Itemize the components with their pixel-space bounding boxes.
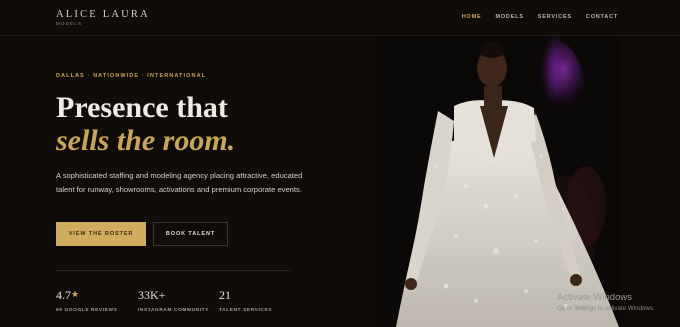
stat-services: 21 TALENT SERVICES [219,288,272,313]
windows-activation-watermark: Activate Windows Go to Settings to activ… [557,292,655,312]
brand-logo[interactable]: ALICE LAURA MODELS [56,9,150,26]
star-icon: ★ [71,289,80,299]
nav-item-services[interactable]: SERVICES [538,14,572,20]
hero-headline-line1: Presence that [56,91,228,124]
hero-model-photo [376,36,619,327]
hero-content: DALLAS · NATIONWIDE · INTERNATIONAL Pres… [56,36,356,327]
stat-instagram: 33K+ INSTAGRAM COMMUNITY [138,288,209,313]
stat-rating-value: 4.7 [56,288,71,302]
hero-headline-line2: sells the room. [56,124,236,157]
brand-name: ALICE LAURA [56,9,150,20]
right-background-band [619,36,680,327]
stat-label-services: TALENT SERVICES [219,308,273,313]
stat-google-reviews: 4.7★ 69 GOOGLE REVIEWS [56,288,117,313]
stat-instagram-value: 33K+ [138,288,166,302]
nav-item-models[interactable]: MODELS [495,14,523,20]
book-talent-button[interactable]: BOOK TALENT [153,222,228,246]
view-roster-button[interactable]: VIEW THE ROSTER [56,222,146,246]
stat-label-reviews: 69 GOOGLE REVIEWS [56,308,118,313]
stat-rating: 4.7★ [56,288,117,303]
watermark-subtitle: Go to Settings to activate Windows. [557,305,655,312]
main-nav: HOME MODELS SERVICES CONTACT [462,14,618,20]
stats-divider [56,270,291,271]
stat-label-instagram: INSTAGRAM COMMUNITY [138,308,209,313]
top-navigation-bar: ALICE LAURA MODELS HOME MODELS SERVICES … [0,0,680,36]
hero-headline: Presence that sells the room. [56,91,235,157]
nav-item-contact[interactable]: CONTACT [586,14,618,20]
stat-services-value: 21 [219,288,231,302]
hero-eyebrow: DALLAS · NATIONWIDE · INTERNATIONAL [56,73,207,79]
watermark-title: Activate Windows [557,292,632,303]
brand-subtitle: MODELS [56,21,83,26]
model-runway-illustration [376,36,619,327]
nav-item-home[interactable]: HOME [462,14,482,20]
hero-description: A sophisticated staffing and modeling ag… [56,171,303,194]
